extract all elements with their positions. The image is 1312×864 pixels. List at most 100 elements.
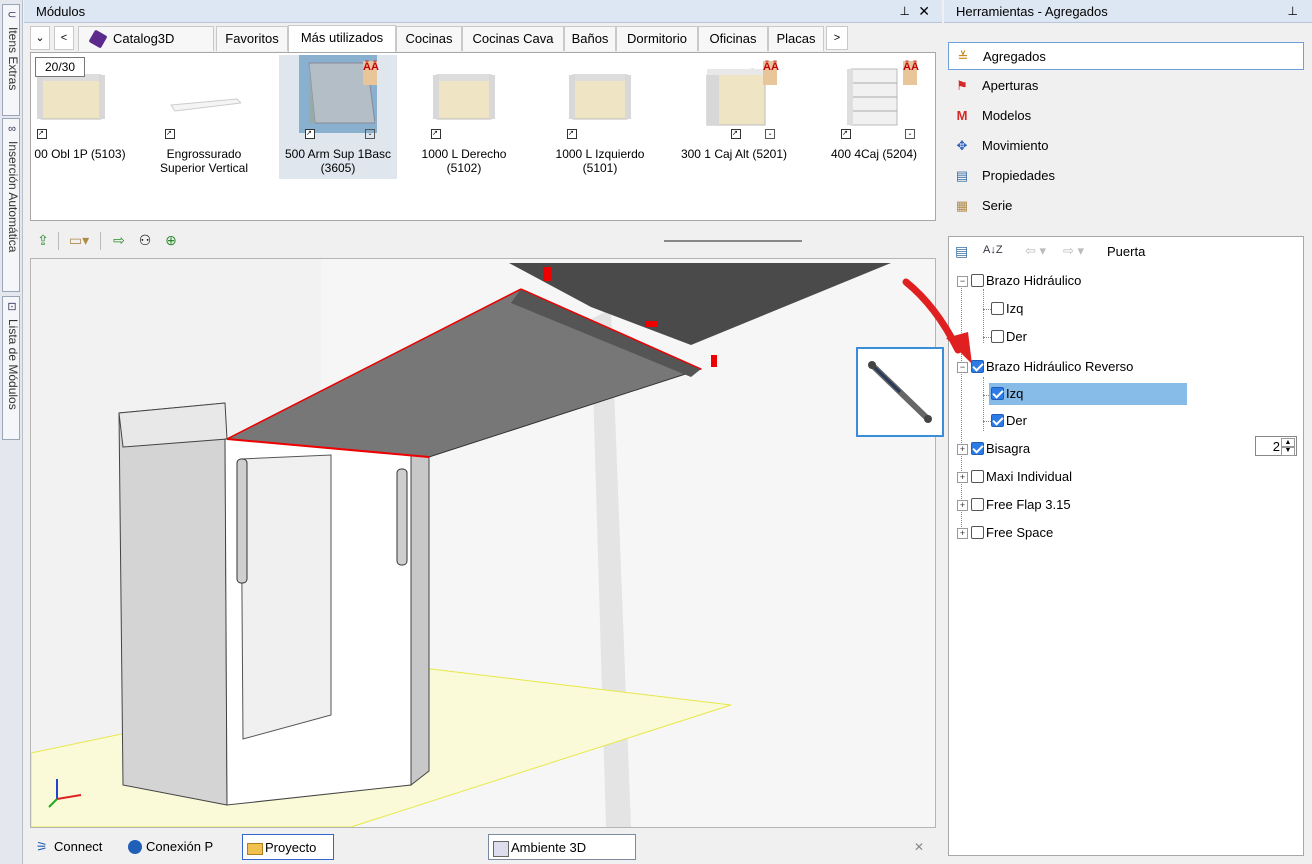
tool-movimiento[interactable]: ✥ Movimiento — [948, 132, 1304, 160]
checkbox[interactable] — [971, 526, 984, 539]
viewport-3d[interactable] — [30, 258, 936, 828]
pin-icon[interactable]: ⊥ — [1288, 0, 1298, 23]
lock-refresh-icon[interactable]: ⊕ — [160, 230, 182, 250]
tree-item-brazo-hidraulico[interactable]: Brazo Hidráulico — [971, 270, 1081, 292]
module-label: 00 Obl 1P (5103) — [34, 147, 126, 161]
herramientas-panel: Herramientas - Agregados ⊥ ≚ Agregados ⚑… — [944, 0, 1312, 864]
module-item-selected[interactable]: ĀĀ ↗ ⌄ 500 Arm Sup 1Basc (3605) — [279, 55, 397, 179]
tab-next-button[interactable]: > — [826, 26, 848, 50]
propiedades-icon: ▤ — [955, 168, 969, 183]
tab-cocinas[interactable]: Cocinas — [396, 26, 462, 51]
sort-alpha-icon[interactable]: A↓Z — [983, 244, 1003, 256]
module-label: Engrossurado Superior Vertical — [159, 147, 249, 175]
splitter-grip[interactable] — [664, 240, 802, 242]
tree-item-bisagra[interactable]: Bisagra — [971, 438, 1030, 460]
module-label: 500 Arm Sup 1Basc (3605) — [284, 147, 392, 175]
feature-badge-icon: ĀĀ — [363, 61, 379, 85]
module-item[interactable]: ↗ 1000 L Derecho (5102) — [405, 55, 523, 179]
tool-label: Agregados — [983, 49, 1046, 64]
tab-ambiente-3d[interactable]: Ambiente 3D — [488, 834, 636, 860]
tree-item-izq-selected[interactable]: Izq — [989, 383, 1187, 405]
expand-icon[interactable]: + — [957, 444, 968, 455]
tree-item-brazo-hidraulico-reverso[interactable]: Brazo Hidráulico Reverso — [971, 356, 1133, 378]
stepper-down-icon[interactable]: ▼ — [1281, 446, 1295, 456]
tab-connect[interactable]: ⚞ Connect — [32, 834, 102, 860]
back-arrow-icon[interactable]: ⇦ ▾ — [1025, 243, 1046, 259]
feature-badge-icon: ĀĀ — [903, 61, 919, 85]
conexion-icon — [128, 840, 142, 854]
tree-item-free-flap[interactable]: Free Flap 3.15 — [971, 494, 1071, 516]
side-tab-label: Itens Extras — [6, 27, 20, 91]
module-item[interactable]: ↗ 1000 L Izquierdo (5101) — [541, 55, 659, 179]
checkbox-checked[interactable] — [991, 414, 1004, 427]
toolbar-separator — [100, 232, 101, 250]
tab-placas[interactable]: Placas — [768, 26, 824, 51]
tree-guide-line — [983, 377, 984, 431]
tab-oficinas[interactable]: Oficinas — [698, 26, 768, 51]
checkbox-checked[interactable] — [991, 387, 1004, 400]
tab-mas-utilizados[interactable]: Más utilizados — [288, 25, 396, 52]
tool-propiedades[interactable]: ▤ Propiedades — [948, 162, 1304, 190]
binoculars-icon[interactable]: ⚇ — [134, 230, 156, 250]
tree-item-izq[interactable]: Izq — [991, 298, 1023, 320]
paperclip-icon: ⊂ — [7, 9, 17, 21]
tree-item-maxi-individual[interactable]: Maxi Individual — [971, 466, 1072, 488]
tool-serie[interactable]: ▦ Serie — [948, 192, 1304, 220]
tool-list: ≚ Agregados ⚑ Aperturas M Modelos ✥ Movi… — [948, 38, 1304, 228]
breadcrumb-puerta[interactable]: Puerta — [1107, 244, 1145, 259]
tab-dropdown-button[interactable]: ⌄ — [30, 26, 50, 50]
tab-proyecto[interactable]: Proyecto — [242, 834, 334, 860]
expand-icon[interactable]: + — [957, 500, 968, 511]
tree-expand-icon[interactable]: ⇪ — [32, 230, 54, 250]
shortcut-icon: ↗ — [731, 129, 741, 139]
bisagra-quantity-stepper[interactable]: 2 ▲ ▼ — [1255, 436, 1297, 456]
close-document-icon[interactable]: ✕ — [914, 840, 924, 854]
tree-guide-line — [983, 337, 991, 338]
pin-icon[interactable]: ⊥ — [900, 0, 910, 23]
expand-icon: ⌄ — [365, 129, 375, 139]
tab-catalog3d[interactable]: Catalog3D — [78, 26, 214, 51]
side-tab-itens-extras[interactable]: ⊂ Itens Extras — [2, 4, 20, 116]
red-arrow-annotation — [902, 278, 972, 364]
properties-icon[interactable]: ▤ — [955, 243, 968, 260]
tree-item-der[interactable]: Der — [991, 410, 1027, 432]
tab-conexion-p[interactable]: Conexión P — [124, 834, 213, 860]
tool-modelos[interactable]: M Modelos — [948, 102, 1304, 130]
serie-icon: ▦ — [955, 198, 969, 213]
tree-item-der[interactable]: Der — [991, 326, 1027, 348]
tab-banos[interactable]: Baños — [564, 26, 616, 51]
tool-label: Aperturas — [982, 78, 1039, 93]
checkbox[interactable] — [991, 302, 1004, 315]
side-tab-insercion-automatica[interactable]: ∞ Inserción Automática — [2, 118, 20, 292]
link-icon: ∞ — [8, 123, 16, 135]
panel-title: Herramientas - Agregados — [956, 4, 1108, 19]
tab-cocinas-cava[interactable]: Cocinas Cava — [462, 26, 564, 51]
tab-label: Proyecto — [265, 840, 317, 855]
aperturas-icon: ⚑ — [956, 78, 968, 93]
tab-dormitorio[interactable]: Dormitorio — [616, 26, 698, 51]
tool-aperturas[interactable]: ⚑ Aperturas — [948, 72, 1304, 100]
module-item[interactable]: ↗ Engrossurado Superior Vertical — [145, 55, 263, 179]
shortcut-icon: ↗ — [567, 129, 577, 139]
module-item[interactable]: ĀĀ ↗ ⌄ 400 4Caj (5204) — [815, 55, 933, 179]
module-item[interactable]: ĀĀ ↗ ⌄ 300 1 Caj Alt (5201) — [675, 55, 793, 179]
3d-scene — [31, 259, 935, 827]
tool-agregados[interactable]: ≚ Agregados — [948, 42, 1304, 70]
tree-guide-line — [983, 289, 984, 343]
checkbox[interactable] — [971, 498, 984, 511]
expand-icon[interactable]: + — [957, 472, 968, 483]
export-icon[interactable]: ⇨ — [108, 230, 130, 250]
tab-favoritos[interactable]: Favoritos — [216, 26, 288, 51]
checkbox[interactable] — [971, 470, 984, 483]
checkbox[interactable] — [991, 330, 1004, 343]
toolbar-separator — [58, 232, 59, 250]
measure-dropdown-icon[interactable]: ▭▾ — [64, 230, 94, 250]
tab-prev-button[interactable]: < — [54, 26, 74, 50]
side-tab-lista-de-modulos[interactable]: ⊡ Lista de Módulos — [2, 296, 20, 440]
close-icon[interactable]: ✕ — [918, 0, 930, 23]
tree-item-free-space[interactable]: Free Space — [971, 522, 1053, 544]
bottom-status-bar: ⚞ Connect Conexión P Proyecto Ambiente 3… — [24, 832, 942, 862]
expand-icon[interactable]: + — [957, 528, 968, 539]
checkbox-checked[interactable] — [971, 442, 984, 455]
forward-arrow-icon[interactable]: ⇨ ▾ — [1063, 243, 1084, 259]
